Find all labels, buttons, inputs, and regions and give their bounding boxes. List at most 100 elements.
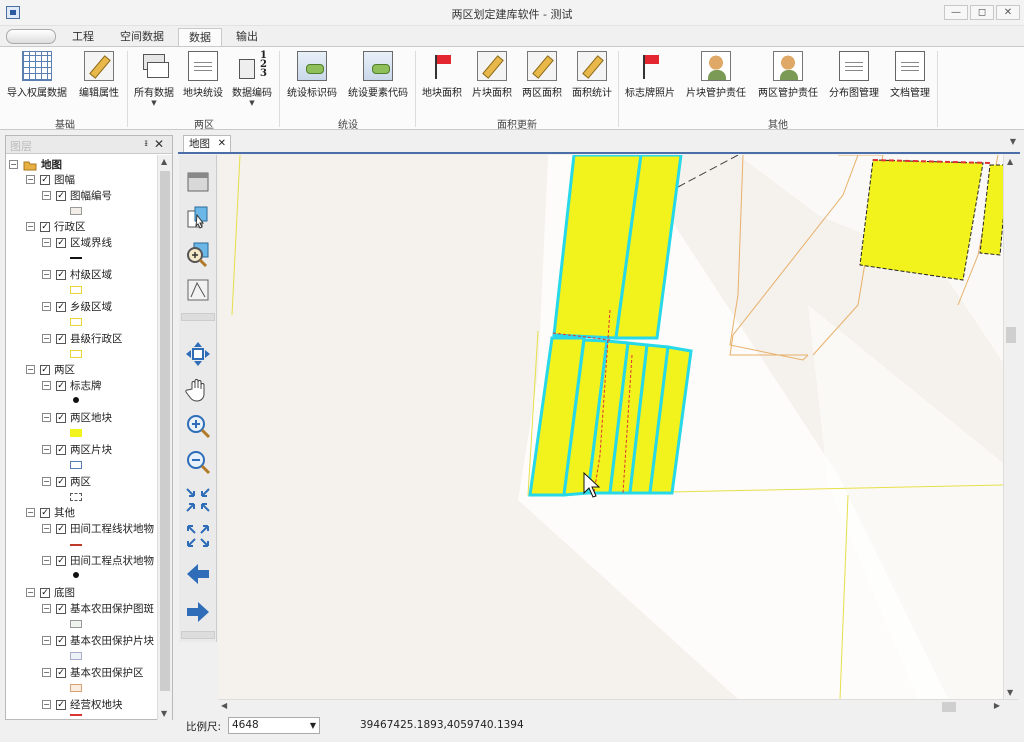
measure-icon[interactable]	[185, 277, 211, 303]
layer-checkbox[interactable]: ✓	[56, 523, 66, 534]
set-id-code-button[interactable]: 统设标识码	[282, 49, 342, 99]
tree-node-layer[interactable]: − ✓ 区域界线	[42, 235, 112, 250]
back-arrow-icon[interactable]	[185, 561, 211, 587]
collapse-icon[interactable]: −	[42, 191, 51, 200]
forward-arrow-icon[interactable]	[185, 599, 211, 625]
collapse-icon[interactable]: −	[26, 508, 35, 517]
layer-checkbox[interactable]: ✓	[56, 333, 66, 344]
collapse-icon[interactable]: −	[42, 445, 51, 454]
fixed-zoom-out-icon[interactable]	[185, 523, 211, 549]
import-ownership-button[interactable]: 导入权属数据	[4, 49, 70, 99]
area-statistics-button[interactable]: 面积统计	[568, 49, 616, 99]
collapse-icon[interactable]: −	[42, 302, 51, 311]
tab-output[interactable]: 输出	[226, 28, 268, 47]
collapse-icon[interactable]: −	[42, 238, 51, 247]
pan-center-icon[interactable]	[185, 341, 211, 367]
close-button[interactable]: ✕	[996, 5, 1020, 20]
tree-node-layer[interactable]: − ✓ 图幅编号	[42, 188, 112, 203]
tree-node-layer[interactable]: − ✓ 经营权地块	[42, 697, 123, 712]
block-area-button[interactable]: 片块面积	[468, 49, 516, 99]
layer-checkbox[interactable]: ✓	[56, 301, 66, 312]
tree-node-layer[interactable]: − ✓ 田间工程线状地物	[42, 521, 154, 536]
layer-checkbox[interactable]: ✓	[56, 603, 66, 614]
parcel-area-button[interactable]: 地块面积	[418, 49, 466, 99]
collapse-icon[interactable]: −	[42, 477, 51, 486]
minimize-button[interactable]: —	[944, 5, 968, 20]
layer-checkbox[interactable]: ✓	[40, 587, 50, 598]
flag-photo-button[interactable]: 标志牌照片	[621, 49, 679, 99]
tree-node-layer[interactable]: − ✓ 基本农田保护区	[42, 665, 144, 680]
data-encode-button[interactable]: 123 数据编码 ▼	[228, 49, 276, 108]
tree-node-group[interactable]: − ✓ 其他	[26, 505, 75, 520]
collapse-icon[interactable]: −	[42, 334, 51, 343]
tree-node-layer[interactable]: − ✓ 田间工程点状地物	[42, 553, 154, 568]
layer-checkbox[interactable]: ✓	[40, 174, 50, 185]
collapse-icon[interactable]: −	[9, 160, 18, 169]
tree-node-layer[interactable]: − ✓ 基本农田保护片块	[42, 633, 154, 648]
collapse-icon[interactable]: −	[42, 556, 51, 565]
scroll-thumb[interactable]	[1006, 327, 1016, 343]
all-data-button[interactable]: 所有数据 ▼	[130, 49, 178, 107]
zone-responsibility-button[interactable]: 两区管护责任	[753, 49, 823, 99]
tab-project[interactable]: 工程	[62, 28, 104, 47]
pan-hand-icon[interactable]	[185, 377, 211, 403]
tree-node-group[interactable]: − ✓ 行政区	[26, 219, 86, 234]
tab-spatial-data[interactable]: 空间数据	[110, 28, 174, 47]
tree-node-group[interactable]: − ✓ 底图	[26, 585, 75, 600]
quick-access-toolbar[interactable]	[6, 29, 56, 44]
parcel-polygon[interactable]	[859, 159, 984, 281]
layer-checkbox[interactable]: ✓	[56, 269, 66, 280]
collapse-icon[interactable]: −	[42, 604, 51, 613]
collapse-icon[interactable]: −	[42, 381, 51, 390]
distribution-map-button[interactable]: 分布图管理	[825, 49, 883, 99]
collapse-icon[interactable]: −	[42, 413, 51, 422]
tree-node-group[interactable]: − ✓ 两区	[26, 362, 75, 377]
map-svg[interactable]	[218, 155, 1018, 699]
pin-icon[interactable]: ᵻ	[144, 138, 148, 149]
scroll-left-icon[interactable]: ◀	[221, 701, 227, 710]
map-hscrollbar[interactable]: ◀ ▶	[218, 699, 1018, 714]
layer-checkbox[interactable]: ✓	[56, 190, 66, 201]
select-feature-icon[interactable]	[185, 205, 211, 231]
tab-map[interactable]: 地图 ✕	[183, 135, 231, 153]
tree-node-layer[interactable]: − ✓ 两区地块	[42, 410, 112, 425]
layer-checkbox[interactable]: ✓	[56, 667, 66, 678]
collapse-icon[interactable]: −	[26, 175, 35, 184]
zoom-out-icon[interactable]	[185, 449, 211, 475]
scroll-down-icon[interactable]: ▼	[161, 709, 167, 718]
tree-node-layer[interactable]: − ✓ 基本农田保护图斑	[42, 601, 154, 616]
tree-node-layer[interactable]: − ✓ 村级区域	[42, 267, 112, 282]
layer-checkbox[interactable]: ✓	[56, 555, 66, 566]
collapse-icon[interactable]: −	[26, 365, 35, 374]
close-icon[interactable]: ✕	[154, 137, 164, 151]
tree-node-layer[interactable]: − ✓ 标志牌	[42, 378, 102, 393]
scroll-up-icon[interactable]: ▲	[161, 157, 167, 166]
scroll-right-icon[interactable]: ▶	[994, 701, 1000, 710]
layer-checkbox[interactable]: ✓	[56, 412, 66, 423]
collapse-icon[interactable]: −	[42, 524, 51, 533]
collapse-icon[interactable]: −	[42, 270, 51, 279]
scroll-up-icon[interactable]: ▲	[1007, 157, 1013, 166]
scroll-down-icon[interactable]: ▼	[1007, 688, 1013, 697]
tree-node-layer[interactable]: − ✓ 乡级区域	[42, 299, 112, 314]
map-canvas[interactable]	[218, 155, 1018, 699]
scroll-thumb[interactable]	[942, 702, 956, 712]
layer-checkbox[interactable]: ✓	[56, 476, 66, 487]
zoom-to-layer-icon[interactable]	[185, 241, 211, 268]
map-vscrollbar[interactable]: ▲ ▼	[1003, 155, 1018, 699]
fixed-zoom-in-icon[interactable]	[185, 487, 211, 513]
collapse-icon[interactable]: −	[42, 668, 51, 677]
layer-checkbox[interactable]: ✓	[56, 380, 66, 391]
tree-node-layer[interactable]: − ✓ 县级行政区	[42, 331, 123, 346]
zoom-in-icon[interactable]	[185, 413, 211, 439]
chevron-down-icon[interactable]: ▼	[310, 718, 316, 733]
full-extent-icon[interactable]	[185, 169, 211, 195]
edit-attribute-button[interactable]: 编辑属性	[72, 49, 126, 99]
block-responsibility-button[interactable]: 片块管护责任	[681, 49, 751, 99]
tree-node-layer[interactable]: − ✓ 两区片块	[42, 442, 112, 457]
close-icon[interactable]: ✕	[218, 136, 226, 152]
layer-checkbox[interactable]: ✓	[56, 237, 66, 248]
tree-node-map[interactable]: − 地图	[9, 157, 62, 172]
tab-dropdown-icon[interactable]: ▼	[1010, 137, 1016, 146]
collapse-icon[interactable]: −	[42, 700, 51, 709]
